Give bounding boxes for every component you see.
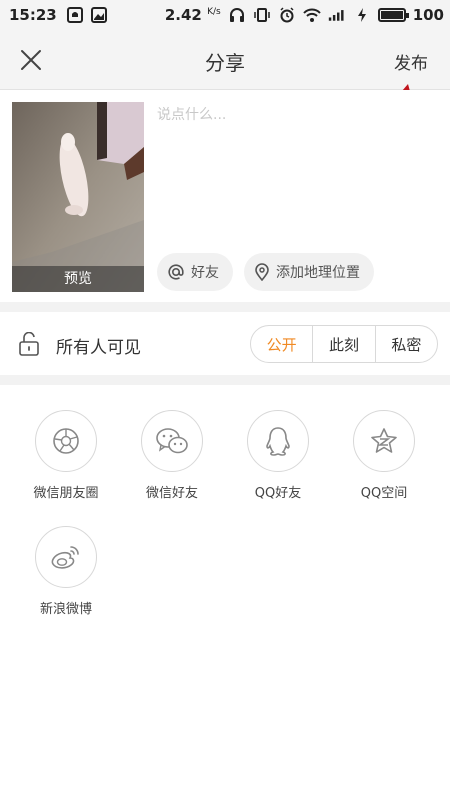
visibility-segmented-control: 公开 此刻 私密 (250, 325, 438, 363)
share-wechat-moments[interactable]: 微信朋友圈 (13, 410, 119, 501)
caption-input[interactable] (157, 104, 427, 244)
page-title: 分享 (205, 51, 245, 75)
publish-button[interactable]: 发布 (394, 49, 428, 74)
visibility-row: 所有人可见 公开 此刻 私密 (0, 313, 450, 375)
visibility-label: 所有人可见 (56, 338, 141, 358)
at-icon (168, 264, 184, 280)
compose-area: 预览 好友 添加地理位置 (0, 90, 450, 302)
media-preview[interactable]: 预览 (12, 102, 144, 292)
battery-fill (380, 11, 403, 19)
preview-label: 预览 (12, 266, 144, 292)
status-right: 2.42 K/s 100 (165, 0, 444, 30)
qzone-icon (353, 410, 415, 472)
signal-icon (328, 6, 346, 24)
notification-icons (66, 7, 107, 23)
section-divider (0, 375, 450, 385)
headphones-icon (228, 6, 246, 24)
share-label: QQ空间 (360, 486, 408, 501)
visibility-option-private[interactable]: 私密 (376, 326, 437, 362)
visibility-option-moment[interactable]: 此刻 (313, 326, 376, 362)
qq-icon (247, 410, 309, 472)
video-thumbnail (12, 102, 144, 292)
location-pin-icon (255, 263, 269, 281)
share-label: 微信好友 (145, 486, 198, 501)
battery-text: 100 (412, 6, 444, 24)
battery-icon (377, 8, 409, 22)
mention-label: 好友 (191, 265, 219, 281)
mention-friend-button[interactable]: 好友 (157, 253, 233, 291)
weibo-icon (35, 526, 97, 588)
image-notification-icon (90, 7, 107, 23)
status-bar: 15:23 2.42 K/s 100 (0, 0, 450, 30)
add-location-button[interactable]: 添加地理位置 (244, 253, 374, 291)
wechat-moments-icon (35, 410, 97, 472)
vibrate-icon (253, 6, 271, 24)
share-label: QQ好友 (254, 486, 302, 501)
share-label: 微信朋友圈 (33, 486, 99, 501)
share-qq-friend[interactable]: QQ好友 (225, 410, 331, 501)
location-label: 添加地理位置 (276, 265, 360, 281)
notification-icon (66, 7, 83, 23)
unlock-icon (19, 332, 39, 356)
wifi-icon (302, 6, 321, 24)
visibility-option-public[interactable]: 公开 (251, 326, 314, 362)
share-label: 新浪微博 (39, 602, 92, 617)
network-speed: 2.42 K/s (164, 6, 221, 24)
status-time: 15:23 (9, 6, 57, 24)
alarm-icon (278, 6, 296, 24)
charging-icon (353, 6, 371, 24)
wechat-icon (141, 410, 203, 472)
share-qzone[interactable]: QQ空间 (331, 410, 437, 501)
share-wechat-friend[interactable]: 微信好友 (119, 410, 225, 501)
section-divider (0, 302, 450, 312)
share-weibo[interactable]: 新浪微博 (13, 526, 119, 617)
